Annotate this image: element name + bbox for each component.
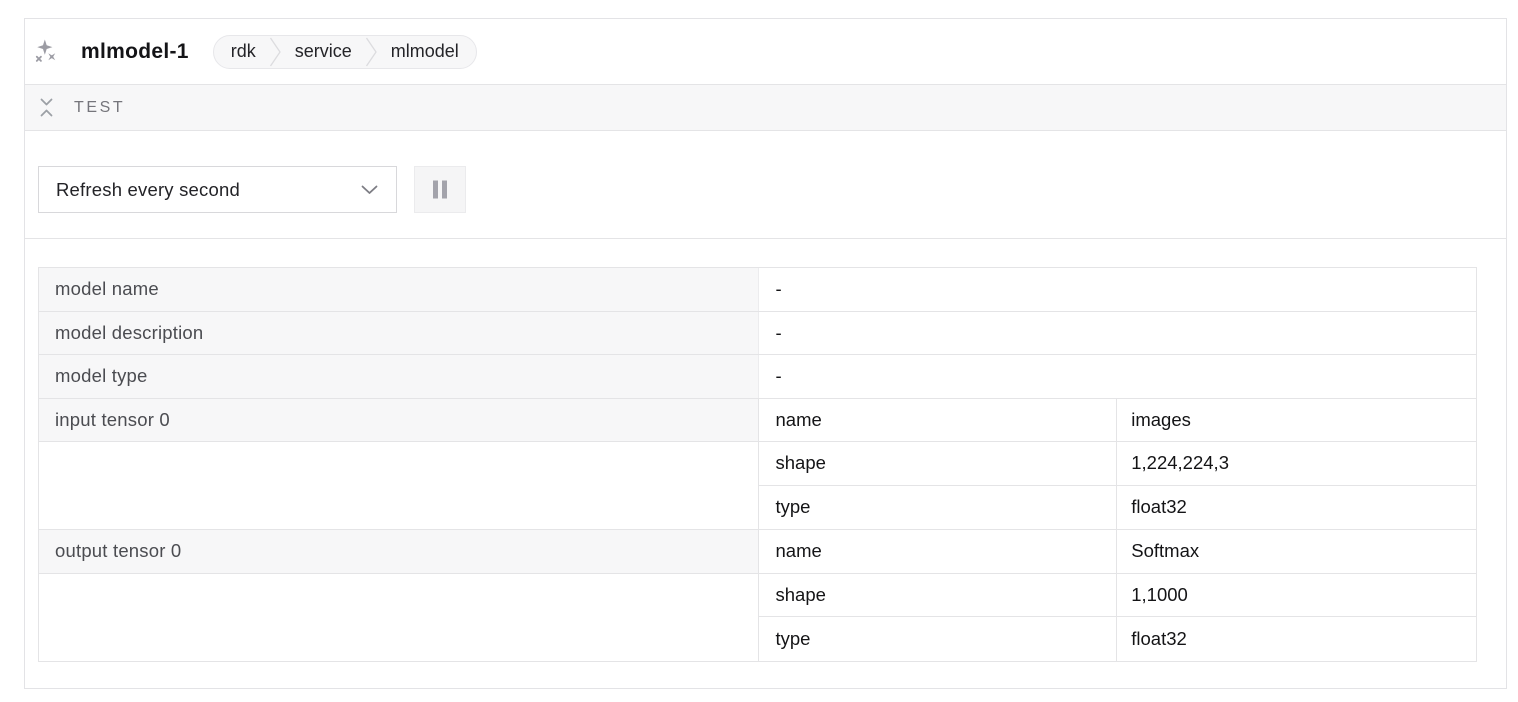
refresh-rate-select[interactable]: Refresh every second [38, 166, 397, 213]
chevron-right-separator-icon [269, 36, 282, 68]
tensor-value-cell: 1,224,224,3 [1117, 442, 1476, 485]
table-label-cell: model type [39, 355, 758, 398]
tensor-key-cell: shape [759, 442, 1118, 485]
refresh-rate-selected-option: Refresh every second [56, 179, 240, 201]
tensor-key-cell: name [759, 530, 1118, 573]
table-label-cell: model description [39, 312, 758, 355]
tensor-field-row: shape 1,224,224,3 [759, 442, 1477, 486]
breadcrumb-item-service: service [295, 41, 352, 62]
content-divider [25, 238, 1506, 239]
tensor-key-cell: type [759, 617, 1118, 661]
resource-card: mlmodel-1 rdk service mlmodel TEST Refre… [24, 18, 1507, 689]
tensor-value-cell: 1,1000 [1117, 574, 1476, 617]
table-value-cell: - [758, 355, 1477, 398]
pause-icon [432, 180, 448, 199]
breadcrumb: rdk service mlmodel [213, 35, 477, 69]
chevron-right-separator-icon [365, 36, 378, 68]
table-group-input-tensor-0: input tensor 0 name images shape 1,224,2… [39, 399, 1476, 531]
tensor-key-cell: shape [759, 574, 1118, 617]
breadcrumb-item-rdk: rdk [231, 41, 256, 62]
table-row-model-type: model type - [39, 355, 1476, 399]
tensor-field-row: shape 1,1000 [759, 574, 1477, 618]
tensor-value-cell: float32 [1117, 617, 1476, 661]
tensor-value-cell: float32 [1117, 486, 1476, 530]
table-row-model-name: model name - [39, 268, 1476, 312]
collapse-icon[interactable] [38, 97, 55, 118]
test-section-label: TEST [74, 99, 125, 117]
tensor-field-row: type float32 [759, 486, 1477, 530]
test-section-header[interactable]: TEST [25, 84, 1506, 131]
table-filler-cell [39, 574, 758, 661]
page-title: mlmodel-1 [81, 40, 189, 64]
table-label-cell: input tensor 0 [39, 399, 758, 443]
card-header: mlmodel-1 rdk service mlmodel [25, 19, 1506, 84]
tensor-key-cell: name [759, 399, 1118, 442]
tensor-value-cell: Softmax [1117, 530, 1476, 573]
tensor-field-row: name images [759, 399, 1477, 443]
tensor-field-row: type float32 [759, 617, 1477, 661]
chevron-down-icon [361, 185, 378, 195]
breadcrumb-item-mlmodel: mlmodel [391, 41, 459, 62]
table-row-model-description: model description - [39, 312, 1476, 356]
table-value-cell: - [758, 312, 1477, 355]
table-filler-cell [39, 442, 758, 529]
tensor-field-row: name Softmax [759, 530, 1477, 574]
model-info-table: model name - model description - model t… [38, 267, 1477, 662]
tensor-key-cell: type [759, 486, 1118, 530]
table-value-cell: - [758, 268, 1477, 311]
pause-button[interactable] [414, 166, 466, 213]
table-label-cell: model name [39, 268, 758, 311]
table-group-output-tensor-0: output tensor 0 name Softmax shape 1,100… [39, 530, 1476, 661]
refresh-controls: Refresh every second [25, 131, 1506, 238]
table-label-cell: output tensor 0 [39, 530, 758, 574]
tensor-value-cell: images [1117, 399, 1476, 442]
ml-model-sparkles-icon [34, 39, 60, 65]
